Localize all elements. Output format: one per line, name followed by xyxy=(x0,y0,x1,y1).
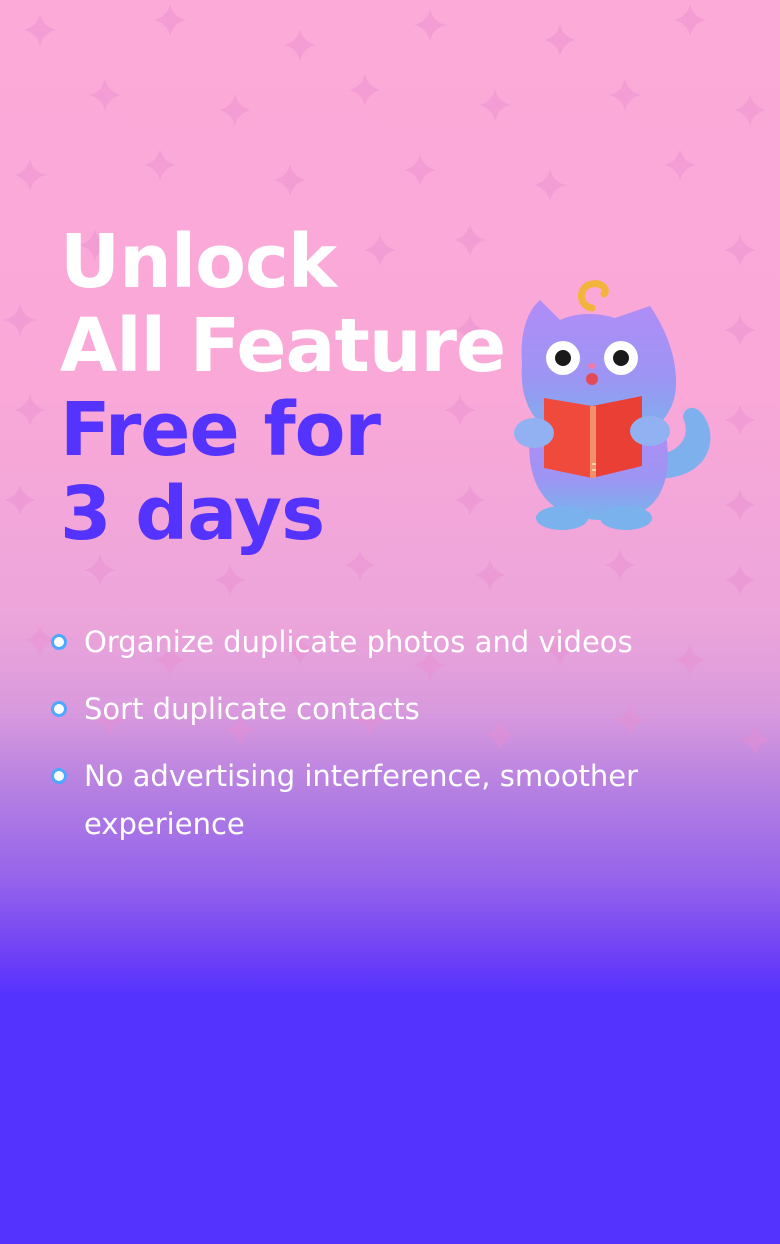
bullet-dot-icon xyxy=(51,701,67,717)
list-item: Organize duplicate photos and videos xyxy=(48,618,738,666)
cat-reading-book-icon xyxy=(514,280,711,530)
headline-line-unlock: Unlock xyxy=(60,219,337,305)
list-item: Sort duplicate contacts xyxy=(48,685,738,733)
headline-line-free-for: Free for xyxy=(60,387,381,473)
feature-list: Organize duplicate photos and videos Sor… xyxy=(48,618,738,867)
feature-text: Sort duplicate contacts xyxy=(84,692,420,726)
feature-text: Organize duplicate photos and videos xyxy=(84,625,633,659)
feature-text: No advertising interference, smoother ex… xyxy=(84,759,639,841)
headline-line-all-feature: All Feature xyxy=(60,303,506,389)
list-item: No advertising interference, smoother ex… xyxy=(48,752,738,848)
headline-line-trial-days: 3 days xyxy=(60,471,325,557)
promo-headline: Unlock All Feature Free for 3 days xyxy=(60,219,506,557)
bullet-dot-icon xyxy=(51,768,67,784)
bullet-dot-icon xyxy=(51,634,67,650)
promo-screen: Unlock All Feature Free for 3 days Organ… xyxy=(0,0,780,1244)
